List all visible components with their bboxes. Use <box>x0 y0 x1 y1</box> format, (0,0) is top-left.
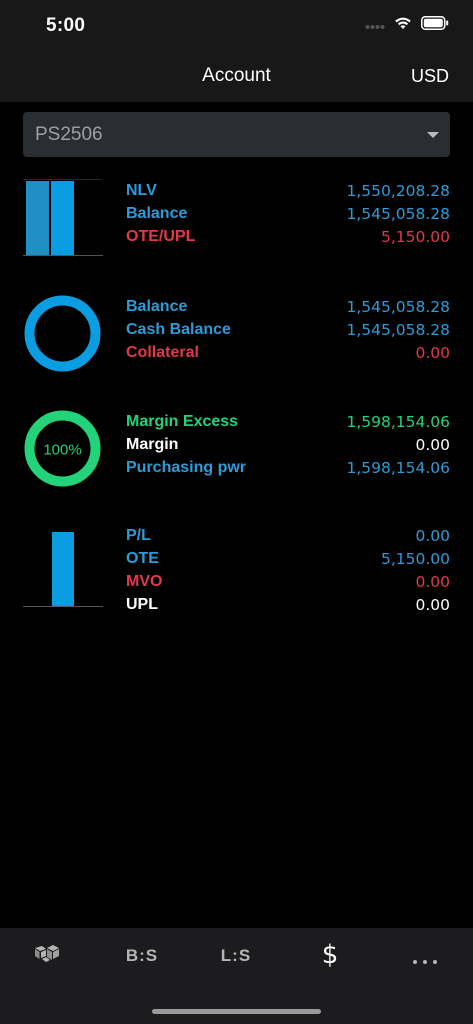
row-margin-excess: Margin Excess 1,598,154.06 <box>126 410 450 433</box>
row-upl: UPL 0.00 <box>126 593 450 616</box>
row-label: OTE/UPL <box>126 227 196 245</box>
margin-ring-label: 100% <box>43 442 81 459</box>
row-value: 1,598,154.06 <box>346 412 450 431</box>
nlv-bar <box>26 181 49 255</box>
wifi-icon <box>394 16 412 35</box>
page-title: Account <box>202 65 271 86</box>
row-label: NLV <box>126 181 157 199</box>
row-purchasing-power: Purchasing pwr 1,598,154.06 <box>126 456 450 479</box>
cellular-signal-icon <box>365 17 385 35</box>
row-label: Collateral <box>126 343 199 361</box>
row-value: 1,598,154.06 <box>346 458 450 477</box>
nav-bar: Account USD <box>0 52 473 102</box>
tab-more[interactable] <box>395 952 455 970</box>
row-ote: OTE 5,150.00 <box>126 547 450 570</box>
balance-rows: Balance 1,545,058.28 Cash Balance 1,545,… <box>126 295 450 364</box>
row-collateral: Collateral 0.00 <box>126 341 450 364</box>
row-value: 0.00 <box>415 595 450 614</box>
row-label: Purchasing pwr <box>126 458 247 476</box>
tab-bs[interactable]: B:S <box>112 946 172 966</box>
nlv-rows: NLV 1,550,208.28 Balance 1,545,058.28 OT… <box>126 179 450 248</box>
row-label: OTE <box>126 549 159 567</box>
row-value: 1,550,208.28 <box>346 181 450 200</box>
row-label: Balance <box>126 204 188 222</box>
home-indicator <box>152 1009 321 1014</box>
tab-ls[interactable]: L:S <box>206 946 266 966</box>
row-balance: Balance 1,545,058.28 <box>126 295 450 318</box>
margin-ring-chart: 100% <box>23 410 103 488</box>
row-label: UPL <box>126 595 158 613</box>
row-value: 0.00 <box>415 435 450 454</box>
tab-account[interactable]: $ <box>300 940 360 970</box>
row-label: Margin <box>126 435 179 453</box>
row-value: 1,545,058.28 <box>346 204 450 223</box>
pl-bar-chart <box>23 524 103 607</box>
status-icons <box>365 16 449 35</box>
balance-bar <box>51 181 74 255</box>
row-pl: P/L 0.00 <box>126 524 450 547</box>
row-label: Balance <box>126 297 188 315</box>
currency-button[interactable]: USD <box>411 66 449 87</box>
nlv-bar-chart <box>23 179 103 257</box>
row-value: 5,150.00 <box>380 549 450 568</box>
row-mvo: MVO 0.00 <box>126 570 450 593</box>
more-icon <box>411 952 439 969</box>
account-select[interactable]: PS2506 <box>23 112 450 157</box>
status-time: 5:00 <box>46 15 86 36</box>
account-select-value: PS2506 <box>35 124 103 145</box>
row-label: Cash Balance <box>126 320 231 338</box>
row-margin: Margin 0.00 <box>126 433 450 456</box>
tab-quotes[interactable] <box>17 942 77 969</box>
row-value: 1,545,058.28 <box>346 320 450 339</box>
margin-rows: Margin Excess 1,598,154.06 Margin 0.00 P… <box>126 410 450 479</box>
row-label: P/L <box>126 526 151 544</box>
pl-rows: P/L 0.00 OTE 5,150.00 MVO 0.00 UPL 0.00 <box>126 524 450 616</box>
row-value: 0.00 <box>415 343 450 362</box>
row-label: Margin Excess <box>126 412 239 430</box>
row-cash-balance: Cash Balance 1,545,058.28 <box>126 318 450 341</box>
ote-bar <box>52 532 74 606</box>
balance-ring-chart <box>23 295 103 373</box>
row-label: MVO <box>126 572 163 590</box>
row-ote-upl: OTE/UPL 5,150.00 <box>126 225 450 248</box>
status-bar: 5:00 <box>0 0 473 52</box>
row-balance: Balance 1,545,058.28 <box>126 202 450 225</box>
battery-icon <box>421 16 449 35</box>
row-value: 5,150.00 <box>380 227 450 246</box>
row-nlv: NLV 1,550,208.28 <box>126 179 450 202</box>
row-value: 0.00 <box>415 526 450 545</box>
chevron-down-icon <box>427 132 439 138</box>
row-value: 1,545,058.28 <box>346 297 450 316</box>
blocks-icon <box>33 945 61 968</box>
tab-ls-label: L:S <box>220 946 252 965</box>
tab-bs-label: B:S <box>125 946 159 965</box>
dollar-icon: $ <box>321 940 339 970</box>
row-value: 0.00 <box>415 572 450 591</box>
